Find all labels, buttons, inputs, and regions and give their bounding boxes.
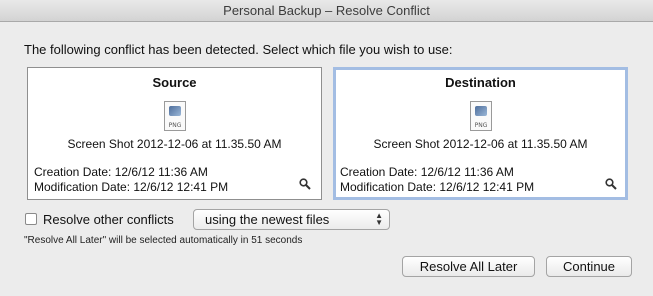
resolve-other-checkbox[interactable]	[25, 213, 37, 225]
file-type-label: PNG	[474, 122, 488, 129]
destination-heading: Destination	[445, 75, 516, 90]
resolve-all-later-button[interactable]: Resolve All Later	[402, 256, 535, 277]
magnifier-icon[interactable]	[299, 178, 311, 190]
resolve-strategy-value: using the newest files	[205, 212, 330, 227]
resolve-other-label[interactable]: Resolve other conflicts	[43, 212, 174, 227]
source-file-name: Screen Shot 2012-12-06 at 11.35.50 AM	[67, 137, 282, 151]
file-type-label: PNG	[168, 122, 182, 129]
updown-arrows-icon: ▲ ▼	[375, 211, 383, 227]
auto-resolve-note: "Resolve All Later" will be selected aut…	[24, 235, 303, 246]
png-file-icon: PNG	[164, 101, 186, 131]
source-panel[interactable]: Source PNG Screen Shot 2012-12-06 at 11.…	[27, 67, 322, 200]
magnifier-icon[interactable]	[605, 178, 617, 190]
continue-button[interactable]: Continue	[546, 256, 632, 277]
png-file-icon: PNG	[470, 101, 492, 131]
conflict-prompt: The following conflict has been detected…	[24, 42, 453, 57]
destination-panel[interactable]: Destination PNG Screen Shot 2012-12-06 a…	[333, 67, 628, 200]
destination-file-name: Screen Shot 2012-12-06 at 11.35.50 AM	[373, 137, 588, 151]
destination-modification-date: Modification Date: 12/6/12 12:41 PM	[340, 180, 535, 194]
source-heading: Source	[152, 75, 197, 90]
source-modification-date: Modification Date: 12/6/12 12:41 PM	[34, 180, 229, 194]
source-creation-date: Creation Date: 12/6/12 11:36 AM	[34, 165, 208, 179]
destination-creation-date: Creation Date: 12/6/12 11:36 AM	[340, 165, 514, 179]
resolve-strategy-select[interactable]: using the newest files ▲ ▼	[193, 209, 390, 230]
title-bar: Personal Backup – Resolve Conflict	[0, 0, 653, 22]
window-title: Personal Backup – Resolve Conflict	[223, 3, 430, 18]
